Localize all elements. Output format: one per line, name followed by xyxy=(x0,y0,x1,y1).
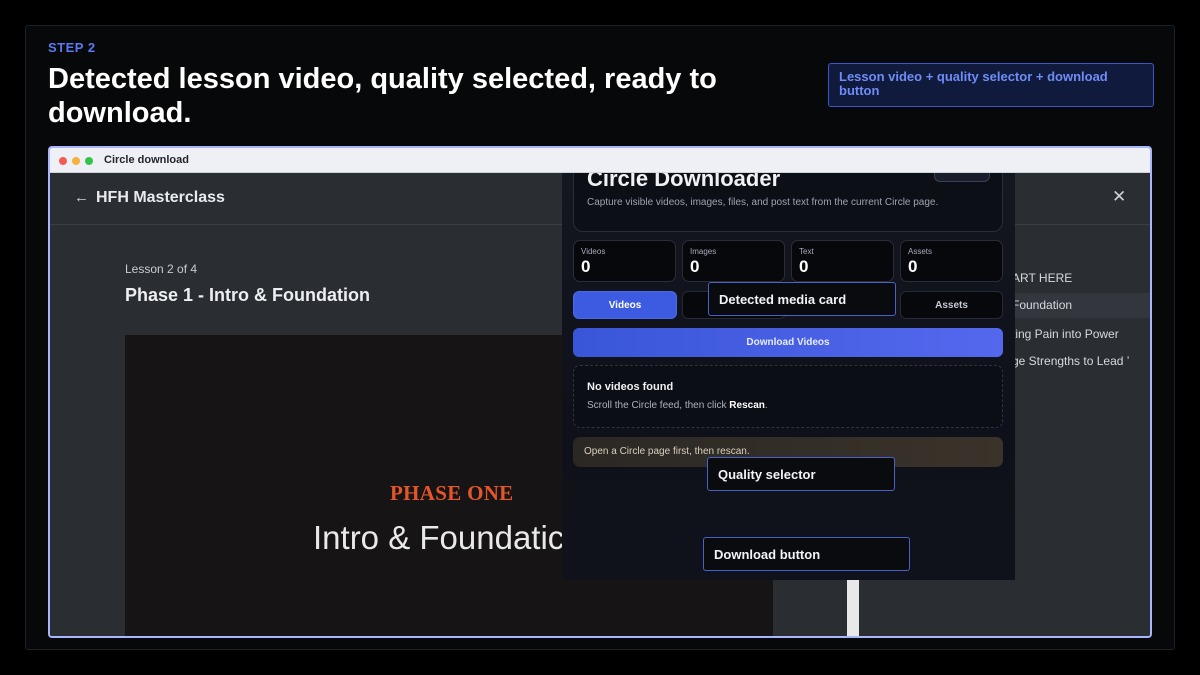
stat-value: 0 xyxy=(690,257,700,276)
callout-quality-selector: Quality selector xyxy=(707,457,895,491)
rescan-link: Rescan xyxy=(729,400,765,411)
download-videos-button[interactable]: Download Videos xyxy=(573,328,1003,357)
sidebar-item-pain-into-power[interactable]: ting Pain into Power xyxy=(1012,327,1119,341)
stat-videos: Videos 0 xyxy=(573,240,676,282)
headline: Detected lesson video, quality selected,… xyxy=(48,63,717,129)
sidebar-item-strengths[interactable]: ge Strengths to Lead ʼ xyxy=(1012,354,1129,368)
stat-value: 0 xyxy=(799,257,809,276)
stat-assets: Assets 0 xyxy=(900,240,1003,282)
stat-images: Images 0 xyxy=(682,240,785,282)
empty-desc-text: Scroll the Circle feed, then click xyxy=(587,400,730,411)
course-title: HFH Masterclass xyxy=(96,189,225,206)
stat-label: Videos xyxy=(581,247,606,256)
empty-state-description: Scroll the Circle feed, then click Resca… xyxy=(587,400,768,411)
panel-title: Circle Downloader xyxy=(587,173,781,191)
stat-label: Assets xyxy=(908,247,933,256)
lesson-count: Lesson 2 of 4 xyxy=(125,262,198,276)
annotation-tag: Lesson video + quality selector + downlo… xyxy=(828,63,1154,107)
empty-state-title: No videos found xyxy=(587,381,674,393)
tab-videos[interactable]: Videos xyxy=(573,291,677,319)
stat-label: Text xyxy=(799,247,814,256)
video-subtitle: Intro & Foundatic xyxy=(313,519,565,556)
window-title: Circle download xyxy=(104,154,189,166)
sidebar-item-foundation[interactable]: Foundation xyxy=(1012,293,1150,318)
minimize-window-dot-icon[interactable] xyxy=(72,157,80,165)
tab-assets[interactable]: Assets xyxy=(900,291,1003,319)
empty-desc-end: . xyxy=(764,400,768,411)
lesson-title: Phase 1 - Intro & Foundation xyxy=(125,285,371,305)
empty-state-card: No videos found Scroll the Circle feed, … xyxy=(573,365,1003,428)
downloader-panel: Circle Downloader Capture visible videos… xyxy=(562,173,1015,580)
back-arrow-icon[interactable]: ← xyxy=(74,189,89,206)
rescan-button[interactable] xyxy=(934,173,990,182)
step-label: STEP 2 xyxy=(48,40,96,55)
callout-media-card: Detected media card xyxy=(708,282,896,316)
browser-window: Circle download ← HFH Masterclass ✕ Less… xyxy=(48,146,1152,638)
window-titlebar: Circle download xyxy=(50,148,1150,173)
stat-value: 0 xyxy=(908,257,918,276)
panel-description: Capture visible videos, images, files, a… xyxy=(587,197,939,208)
video-kicker: PHASE ONE xyxy=(390,481,514,505)
callout-download-button: Download button xyxy=(703,537,910,571)
close-icon[interactable]: ✕ xyxy=(1112,187,1126,207)
close-window-dot-icon[interactable] xyxy=(59,157,67,165)
sidebar-item-start[interactable]: ART HERE xyxy=(1012,271,1072,285)
maximize-window-dot-icon[interactable] xyxy=(85,157,93,165)
stat-value: 0 xyxy=(581,257,591,276)
stat-label: Images xyxy=(690,247,717,256)
stat-text: Text 0 xyxy=(791,240,894,282)
scroll-indicator xyxy=(847,578,859,636)
panel-header-card: Circle Downloader Capture visible videos… xyxy=(573,173,1003,232)
slide: STEP 2 Detected lesson video, quality se… xyxy=(25,25,1175,650)
